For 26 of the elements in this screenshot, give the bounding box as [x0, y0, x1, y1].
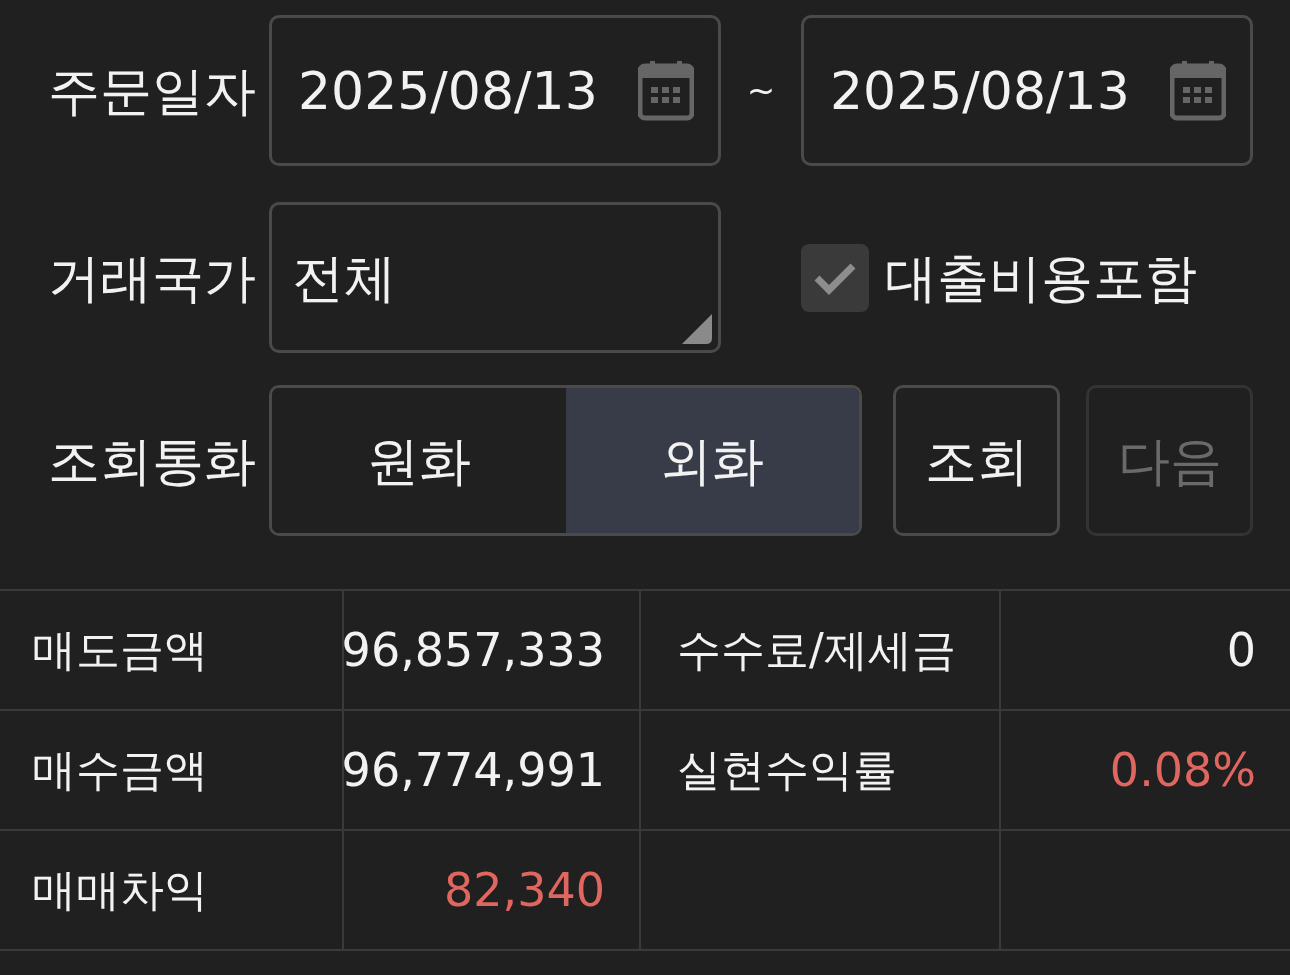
checkbox-label: 대출비용포함 — [885, 246, 1197, 310]
country-select[interactable]: 전체 — [269, 202, 721, 353]
calendar-icon[interactable] — [1170, 60, 1226, 121]
date-field[interactable]: 2025/08/13 — [269, 15, 721, 166]
action-button[interactable]: 조회 — [893, 385, 1060, 536]
filter-label: 주문일자 — [48, 60, 256, 121]
summary-label: 매수금액 — [32, 743, 208, 797]
summary-value: 0 — [1226, 621, 1256, 679]
checkbox[interactable] — [801, 243, 869, 312]
summary-value: 96,857,333 — [341, 621, 605, 679]
currency-segment[interactable]: 외화 — [565, 388, 859, 533]
summary-value: 82,340 — [444, 861, 605, 919]
summary-label: 매도금액 — [32, 623, 208, 677]
filter-label: 조회통화 — [48, 430, 256, 491]
summary-value: 96,774,991 — [341, 741, 605, 799]
date-text: 2025/08/13 — [298, 59, 598, 123]
date-text: 2025/08/13 — [830, 59, 1130, 123]
filter-label: 거래국가 — [48, 247, 256, 308]
summary-value: 0.08% — [1109, 741, 1256, 799]
range-separator: ~ — [746, 69, 776, 112]
calendar-icon[interactable] — [638, 60, 694, 121]
summary-label: 실현수익률 — [677, 743, 897, 797]
date-field[interactable]: 2025/08/13 — [801, 15, 1253, 166]
resize-corner-icon — [682, 314, 712, 344]
summary-label: 수수료/제세금 — [677, 623, 956, 677]
summary-label: 매매차익 — [32, 863, 208, 917]
